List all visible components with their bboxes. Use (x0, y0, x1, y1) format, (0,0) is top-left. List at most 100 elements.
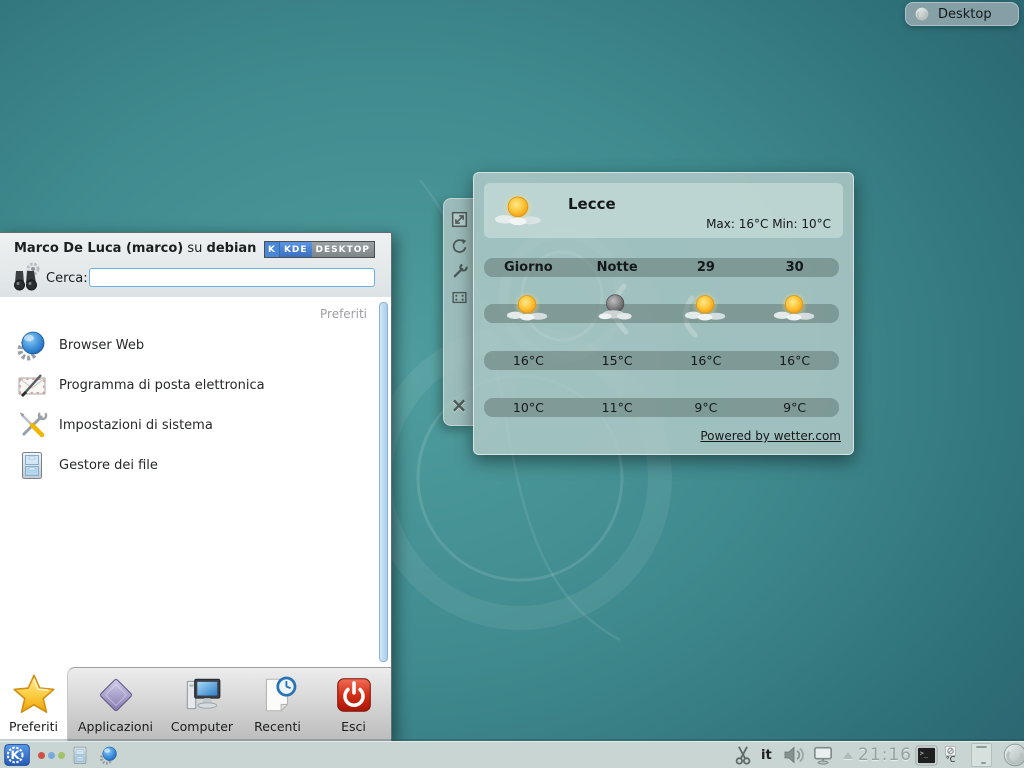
column-29: 29 (662, 258, 751, 277)
menu-item-email[interactable]: Programma di posta elettronica (0, 365, 377, 405)
star-icon (11, 672, 57, 716)
tab-preferiti[interactable]: Preferiti (0, 667, 67, 741)
tab-label: Recenti (254, 719, 301, 734)
search-label: Cerca: (46, 271, 88, 286)
night-cloud-icon (595, 289, 639, 327)
column-giorno: Giorno (484, 258, 573, 277)
day-temp: 16°C (484, 351, 573, 370)
day-temp: 15°C (573, 351, 662, 370)
host-name: debian (207, 241, 257, 256)
plasma-cashew-icon (914, 6, 930, 22)
kde-logo-icon (3, 744, 31, 766)
user-separator: su (187, 241, 202, 256)
weather-forecast-icons (484, 284, 839, 332)
rotate-icon[interactable] (451, 237, 468, 254)
plasma-cashew-icon (1000, 742, 1024, 768)
resize-icon[interactable] (451, 211, 468, 228)
tab-label: Preferiti (9, 719, 58, 734)
strip-mark (981, 762, 986, 764)
configure-wrench-icon[interactable] (451, 263, 468, 280)
recent-document-clock-icon (257, 674, 299, 716)
night-temp: 9°C (662, 398, 751, 417)
scrollbar[interactable] (379, 302, 388, 662)
digital-clock[interactable]: 21:16 (858, 742, 912, 768)
tab-esci[interactable]: Esci (315, 667, 392, 741)
panel-cashew[interactable] (1000, 742, 1024, 768)
klipper-tray-icon[interactable] (732, 742, 754, 768)
green-dot-icon (58, 752, 65, 759)
current-weather-sun-icon (494, 189, 544, 233)
weather-column-headers: Giorno Notte 29 30 (484, 258, 839, 277)
tray-expander[interactable] (843, 742, 853, 768)
volume-tray-icon[interactable] (782, 742, 806, 768)
toolbox-label: Desktop (938, 7, 992, 22)
file-cabinet-icon (70, 745, 90, 765)
weather-city: Lecce (568, 195, 616, 213)
menu-item-file-manager[interactable]: Gestore dei file (0, 445, 377, 485)
weather-header: Lecce Max: 16°C Min: 10°C (484, 183, 843, 238)
widget-settings-icon[interactable] (451, 289, 468, 306)
triangle-up-icon (843, 752, 853, 759)
strip-mark (976, 746, 987, 748)
speaker-icon (782, 745, 806, 765)
scissors-icon (732, 744, 754, 766)
menu-item-browser-web[interactable]: Browser Web (0, 325, 377, 365)
column-30: 30 (750, 258, 839, 277)
tab-computer[interactable]: Computer (164, 667, 240, 741)
monitor-icon (812, 745, 834, 765)
bottom-panel: it 21:16 °C (0, 741, 1024, 768)
binoculars-search-icon (10, 261, 42, 293)
night-temp: 10°C (484, 398, 573, 417)
menu-item-system-settings[interactable]: Impostazioni di sistema (0, 405, 377, 445)
purple-diamond-icon (95, 674, 137, 716)
file-cabinet-icon (16, 449, 48, 481)
weather-tray-icon[interactable]: °C (945, 742, 956, 768)
tab-recenti[interactable]: Recenti (240, 667, 315, 741)
kde-desktop-badge: K KDE DESKTOP (264, 241, 375, 258)
badge-desktop-label: DESKTOP (312, 242, 374, 257)
terminal-icon (915, 745, 938, 766)
terminal-tray-icon[interactable] (915, 742, 938, 768)
day-temp: 16°C (662, 351, 751, 370)
mail-envelope-icon (16, 369, 48, 401)
weather-widget: Lecce Max: 16°C Min: 10°C Giorno Notte 2… (473, 172, 854, 455)
search-input[interactable] (89, 268, 375, 287)
crossed-tools-icon (16, 409, 48, 441)
web-browser-launcher[interactable] (99, 742, 119, 768)
menu-item-label: Browser Web (59, 338, 144, 353)
kickoff-menu: Marco De Luca (marco) su debian K KDE DE… (0, 232, 392, 742)
panel-calendar-strip[interactable] (971, 743, 992, 767)
user-title: Marco De Luca (marco) su debian (14, 241, 256, 256)
tab-applicazioni[interactable]: Applicazioni (67, 667, 164, 741)
desktop-toolbox[interactable]: Desktop (905, 2, 1019, 26)
file-manager-launcher[interactable] (70, 742, 90, 768)
desktop-background: Desktop × Lecce Max: 16°C Min: 10°C Gior… (0, 0, 1024, 768)
weather-day-temps: 16°C 15°C 16°C 16°C (484, 351, 839, 370)
sun-cloud-icon (506, 289, 550, 327)
network-monitor-tray-icon[interactable] (812, 742, 834, 768)
menu-item-label: Programma di posta elettronica (59, 378, 265, 393)
kickoff-launcher-button[interactable] (2, 742, 32, 768)
badge-kde-label: KDE (280, 242, 312, 257)
blue-dot-icon (48, 752, 55, 759)
activity-dots[interactable] (38, 742, 65, 768)
section-label: Preferiti (320, 307, 367, 321)
sun-cloud-icon (773, 289, 817, 327)
menu-item-label: Impostazioni di sistema (59, 418, 213, 433)
keyboard-layout-indicator[interactable]: it (761, 742, 772, 768)
weather-max-min: Max: 16°C Min: 10°C (706, 217, 831, 231)
red-dot-icon (38, 752, 45, 759)
kickoff-tab-bar: Preferiti Applicazioni Computer Recenti … (0, 667, 391, 741)
sun-cloud-icon (684, 289, 728, 327)
power-button-icon (333, 674, 375, 716)
user-name: Marco De Luca (marco) (14, 241, 183, 256)
powered-by-link[interactable]: Powered by wetter.com (700, 429, 841, 443)
weather-widget-handle[interactable]: × (443, 198, 474, 426)
night-temp: 9°C (750, 398, 839, 417)
globe-gear-icon (16, 329, 48, 361)
kickoff-header: Marco De Luca (marco) su debian K KDE DE… (0, 233, 391, 298)
kde-mini-logo-icon: K (265, 242, 280, 257)
close-icon[interactable]: × (451, 397, 468, 413)
tray-temp-unit: °C (946, 756, 956, 764)
tab-label: Applicazioni (78, 719, 153, 734)
